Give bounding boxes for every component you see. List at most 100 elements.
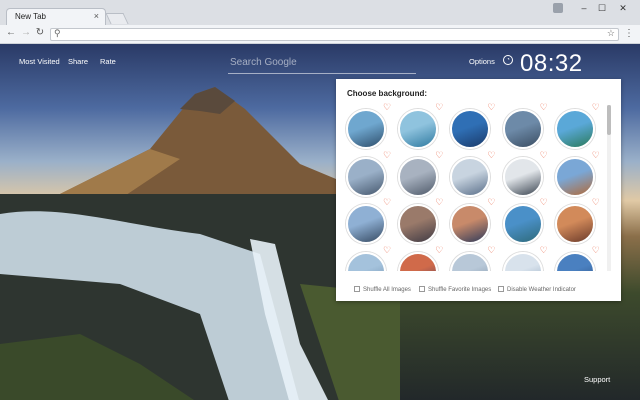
favorite-heart-icon[interactable]: ♡ [487, 103, 495, 112]
address-bar[interactable]: ⚲ ☆ [50, 28, 619, 41]
favorite-heart-icon[interactable]: ♡ [383, 150, 391, 160]
thumbnail-image[interactable] [450, 109, 491, 149]
shuffle-all-option[interactable]: Shuffle All Images [354, 286, 411, 293]
reload-button[interactable]: ↻ [34, 27, 46, 38]
panel-scrollbar[interactable] [607, 105, 611, 271]
browser-toolbar: ← → ↻ ⚲ ☆ ⋮ [0, 25, 640, 44]
thumbnail-image[interactable] [346, 156, 386, 197]
background-thumbnail[interactable]: ♡ [344, 103, 396, 155]
back-button[interactable]: ← [5, 27, 17, 38]
new-tab-button[interactable] [105, 13, 129, 24]
background-thumbnail[interactable]: ♡ [396, 198, 448, 250]
tab-new-tab[interactable]: New Tab × [6, 8, 106, 25]
background-thumbnail[interactable]: ♡ [501, 198, 553, 250]
background-thumbnail[interactable]: ♡ [448, 103, 500, 155]
background-thumbnail[interactable]: ♡ [344, 198, 396, 250]
title-bar: New Tab × – ☐ ✕ [0, 0, 640, 25]
maximize-button[interactable]: ☐ [593, 3, 611, 14]
favorite-heart-icon[interactable]: ♡ [383, 245, 391, 255]
background-thumbnail[interactable]: ♡ [501, 150, 553, 203]
panel-title: Choose background: [347, 89, 428, 98]
background-thumbnail[interactable]: ♡ [553, 245, 605, 271]
favorite-heart-icon[interactable]: ♡ [592, 103, 600, 112]
clock: 08:32 [520, 50, 583, 77]
favorite-heart-icon[interactable]: ♡ [435, 245, 443, 255]
favorite-heart-icon[interactable]: ♡ [487, 245, 495, 255]
background-thumbnail[interactable]: ♡ [344, 245, 396, 271]
most-visited-link[interactable]: Most Visited [19, 57, 60, 66]
support-link[interactable]: Support [584, 375, 610, 384]
thumbnail-image[interactable] [450, 204, 491, 244]
favorite-heart-icon[interactable]: ♡ [487, 198, 495, 207]
profile-icon[interactable] [553, 3, 563, 13]
thumbnail-image[interactable] [346, 109, 386, 149]
favorite-heart-icon[interactable]: ♡ [383, 103, 391, 112]
thumbnail-image[interactable] [346, 204, 386, 244]
thumbnail-image[interactable] [502, 204, 543, 244]
background-thumbnail[interactable]: ♡ [396, 245, 448, 271]
thumbnail-image[interactable] [398, 251, 439, 271]
favorite-heart-icon[interactable]: ♡ [540, 103, 548, 112]
favorite-heart-icon[interactable]: ♡ [435, 198, 443, 207]
background-thumbnail[interactable]: ♡ [448, 150, 500, 203]
favorite-heart-icon[interactable]: ♡ [540, 198, 548, 207]
tab-close-icon[interactable]: × [94, 11, 99, 21]
thumbnail-image[interactable] [502, 109, 543, 149]
background-thumbnail[interactable]: ♡ [553, 103, 605, 155]
thumbnail-image[interactable] [398, 156, 439, 197]
favorite-heart-icon[interactable]: ♡ [435, 150, 443, 160]
favorite-heart-icon[interactable]: ♡ [540, 245, 548, 255]
minimize-button[interactable]: – [575, 3, 593, 13]
thumbnail-image[interactable] [554, 109, 595, 149]
shuffle-all-checkbox[interactable] [354, 286, 360, 292]
thumbnail-image[interactable] [502, 156, 543, 197]
favorite-heart-icon[interactable]: ♡ [592, 245, 600, 255]
new-tab-page: Most Visited Share Rate Search Google Op… [0, 44, 640, 400]
search-icon: ⚲ [54, 28, 61, 38]
background-thumbnail[interactable]: ♡ [448, 245, 500, 271]
background-thumbnail[interactable]: ♡ [396, 150, 448, 203]
share-link[interactable]: Share [68, 57, 88, 66]
thumbnail-image[interactable] [502, 251, 543, 271]
background-thumbnail[interactable]: ♡ [501, 103, 553, 155]
tab-title: New Tab [15, 12, 46, 21]
thumbnail-image[interactable] [346, 251, 386, 271]
background-thumbnail[interactable]: ♡ [448, 198, 500, 250]
mountain-background [60, 87, 360, 209]
thumbnail-image[interactable] [554, 204, 595, 244]
background-thumbnail[interactable]: ♡ [501, 245, 553, 271]
favorite-heart-icon[interactable]: ♡ [487, 150, 495, 160]
favorite-heart-icon[interactable]: ♡ [540, 150, 548, 160]
favorite-heart-icon[interactable]: ♡ [383, 198, 391, 207]
thumbnail-grid: ♡ ♡ ♡ ♡ ♡ ♡ ♡ ♡ ♡ ♡ ♡ ♡ ♡ ♡ ♡ ♡ ♡ ♡ ♡ ♡ [344, 103, 606, 271]
shuffle-favorites-checkbox[interactable] [419, 286, 425, 292]
background-thumbnail[interactable]: ♡ [344, 150, 396, 203]
thumbnail-image[interactable] [450, 251, 491, 271]
favorite-heart-icon[interactable]: ♡ [435, 103, 443, 112]
favorite-heart-icon[interactable]: ♡ [592, 198, 600, 207]
thumbnail-image[interactable] [554, 251, 595, 271]
forward-button[interactable]: → [20, 27, 32, 38]
shuffle-favorites-option[interactable]: Shuffle Favorite Images [419, 286, 491, 293]
browser-menu-button[interactable]: ⋮ [624, 28, 634, 39]
background-thumbnail[interactable]: ♡ [396, 103, 448, 155]
disable-weather-option[interactable]: Disable Weather Indicator [498, 286, 576, 293]
background-thumbnail[interactable]: ♡ [553, 150, 605, 203]
options-link[interactable]: Options [469, 57, 495, 66]
weather-icon[interactable]: ◔ [503, 55, 513, 65]
disable-weather-label: Disable Weather Indicator [507, 287, 576, 293]
thumbnail-image[interactable] [398, 204, 439, 244]
thumbnail-image[interactable] [450, 156, 491, 197]
shuffle-all-label: Shuffle All Images [363, 287, 411, 293]
close-window-button[interactable]: ✕ [614, 3, 632, 14]
thumbnail-image[interactable] [398, 109, 439, 149]
disable-weather-checkbox[interactable] [498, 286, 504, 292]
scrollbar-thumb[interactable] [607, 105, 611, 135]
bookmark-star-icon[interactable]: ☆ [607, 28, 615, 39]
shuffle-favorites-label: Shuffle Favorite Images [428, 287, 492, 293]
search-input[interactable]: Search Google [228, 54, 416, 74]
thumbnail-image[interactable] [554, 156, 595, 197]
background-thumbnail[interactable]: ♡ [553, 198, 605, 250]
favorite-heart-icon[interactable]: ♡ [592, 150, 600, 160]
rate-link[interactable]: Rate [100, 57, 116, 66]
